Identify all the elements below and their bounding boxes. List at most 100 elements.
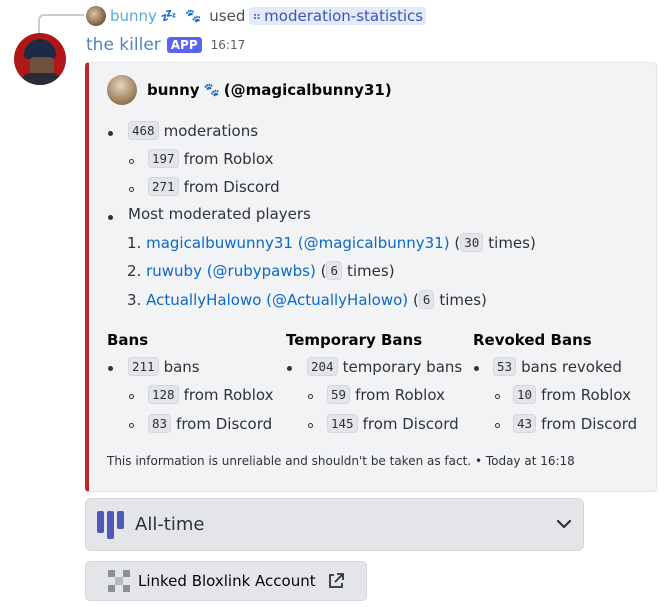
moderations-discord: 271 from Discord (148, 177, 280, 196)
sub-bullet (308, 394, 313, 399)
moderations-roblox: 197 from Roblox (148, 149, 273, 168)
temp-bans-roblox-label: from Roblox (355, 385, 445, 404)
discord-count: 271 (148, 177, 179, 196)
revoked-bans-label: bans revoked (521, 357, 622, 376)
moderations-label: moderations (163, 121, 259, 140)
temp-bans-label: temporary bans (342, 357, 463, 376)
message-header: the killer APP 16:17 (86, 35, 245, 55)
reply-connector (38, 14, 84, 34)
player-link[interactable]: ActuallyHalowo (@ActuallyHalowo) (146, 291, 408, 309)
bans-label: bans (163, 357, 200, 376)
revoked-bans-discord-count: 43 (513, 414, 537, 433)
embed-footer: This information is unreliable and shoul… (107, 454, 575, 468)
moderation-embed: bunny 🐾 (@magicalbunny31) 468 moderation… (85, 62, 657, 492)
slash-command[interactable]: ⠶ moderation-statistics (249, 7, 427, 25)
sub-bullet (308, 423, 313, 428)
player-rank: 3. (127, 290, 142, 309)
revoked-bans-discord-label: from Discord (541, 414, 638, 433)
bans-roblox-label: from Roblox (183, 385, 274, 404)
command-name: moderation-statistics (264, 7, 424, 25)
revoked-bans-discord: 43 from Discord (513, 414, 637, 433)
player-item: 3. ActuallyHalowo (@ActuallyHalowo) ( 6 … (127, 290, 487, 309)
bullet (287, 366, 292, 371)
chevron-down-icon (556, 519, 572, 529)
bloxlink-icon (108, 570, 130, 592)
player-link[interactable]: magicalbuwunny31 (@magicalbunny31) (146, 234, 449, 252)
roblox-count: 197 (148, 149, 179, 168)
most-moderated-label: Most moderated players (128, 205, 311, 223)
player-item: 2. ruwuby (@rubypawbs) ( 6 times) (127, 261, 395, 280)
app-badge: APP (166, 37, 202, 53)
bans-discord-label: from Discord (176, 414, 273, 433)
embed-author-name: bunny (147, 81, 200, 99)
player-item: 1. magicalbuwunny31 (@magicalbunny31) ( … (127, 233, 536, 252)
bans-discord: 83 from Discord (148, 414, 272, 433)
temp-bans-roblox-count: 59 (327, 385, 351, 404)
times-label: times) (439, 290, 487, 309)
temp-bans-discord-label: from Discord (362, 414, 459, 433)
embed-author-avatar (107, 75, 137, 105)
moderations-count: 468 (128, 121, 159, 140)
author-name[interactable]: the killer (86, 35, 161, 55)
player-count: 6 (326, 261, 342, 280)
sub-bullet (129, 187, 134, 192)
paw-emoji: 🐾 (203, 82, 220, 98)
bar-chart-icon (97, 510, 125, 539)
embed-author: bunny 🐾 (@magicalbunny31) (107, 75, 392, 105)
replied-username[interactable]: bunny (110, 7, 157, 25)
player-rank: 2. (127, 261, 142, 280)
player-count: 6 (418, 290, 435, 309)
select-value: All-time (135, 514, 205, 535)
bullet (108, 131, 113, 136)
temp-bans-discord-count: 145 (327, 414, 358, 433)
sub-bullet (129, 423, 134, 428)
times-label: times) (488, 233, 536, 252)
bullet (474, 366, 479, 371)
bans-roblox: 128 from Roblox (148, 385, 273, 404)
author-avatar[interactable] (14, 33, 66, 85)
linked-bloxlink-account-button[interactable]: Linked Bloxlink Account (85, 561, 367, 601)
sub-bullet (495, 394, 500, 399)
revoked-bans-heading: Revoked Bans (473, 331, 592, 349)
revoked-bans-total: 53 bans revoked (493, 357, 622, 376)
revoked-bans-roblox: 10 from Roblox (513, 385, 631, 404)
revoked-bans-roblox-label: from Roblox (541, 385, 631, 404)
bans-discord-count: 83 (148, 414, 172, 433)
temp-bans-total: 204 temporary bans (307, 357, 462, 376)
revoked-bans-count: 53 (493, 357, 517, 376)
moderations-total: 468 moderations (128, 121, 258, 140)
paren: ( (412, 290, 419, 309)
sub-bullet (495, 423, 500, 428)
temp-bans-count: 204 (307, 357, 338, 376)
player-link[interactable]: ruwuby (@rubypawbs) (146, 262, 316, 280)
paw-emoji: 🐾 (185, 8, 202, 24)
sub-bullet (129, 394, 134, 399)
button-label: Linked Bloxlink Account (138, 572, 316, 590)
temp-bans-roblox: 59 from Roblox (327, 385, 445, 404)
times-label: times) (346, 261, 395, 280)
replied-user-avatar[interactable] (86, 6, 106, 26)
avatar-body (22, 73, 60, 85)
temp-bans-discord: 145 from Discord (327, 414, 459, 433)
message-timestamp[interactable]: 16:17 (211, 38, 246, 52)
embed-author-handle: (@magicalbunny31) (223, 81, 392, 99)
command-icon: ⠶ (252, 9, 262, 23)
revoked-bans-roblox-count: 10 (513, 385, 537, 404)
player-rank: 1. (127, 233, 142, 252)
bans-total: 211 bans (128, 357, 200, 376)
timeframe-select[interactable]: All-time (85, 498, 584, 551)
player-count: 30 (460, 233, 484, 252)
bans-heading: Bans (107, 331, 149, 349)
bullet (108, 366, 113, 371)
used-text: used (209, 7, 246, 25)
most-moderated-heading: Most moderated players (128, 205, 311, 223)
temporary-bans-heading: Temporary Bans (286, 331, 423, 349)
bullet (108, 215, 113, 220)
bans-count: 211 (128, 357, 159, 376)
sleep-emoji: 💤 (160, 8, 178, 24)
avatar-hat (24, 39, 56, 59)
external-link-icon (328, 573, 344, 588)
reply-reference[interactable]: bunny 💤 🐾 used ⠶ moderation-statistics (86, 5, 427, 27)
roblox-label: from Roblox (183, 149, 274, 168)
bans-roblox-count: 128 (148, 385, 179, 404)
